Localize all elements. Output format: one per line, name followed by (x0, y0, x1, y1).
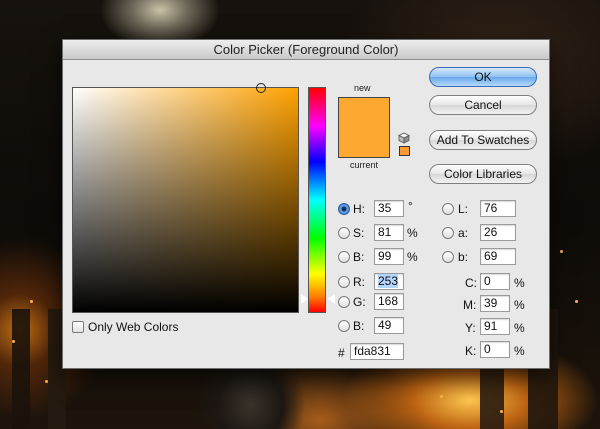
red-radio[interactable] (338, 276, 350, 288)
green-field[interactable]: 168 (374, 293, 404, 310)
lab-l-radio[interactable] (442, 203, 454, 215)
yellow-label: Y: (465, 321, 476, 335)
brightness-field[interactable]: 99 (374, 248, 404, 265)
red-label: R: (353, 275, 365, 289)
saturation-unit: % (407, 226, 418, 240)
only-web-colors-checkbox[interactable] (72, 321, 84, 333)
hue-unit: ° (408, 199, 413, 213)
only-web-colors-label: Only Web Colors (88, 320, 179, 334)
saturation-label: S: (353, 226, 365, 240)
cyan-label: C: (465, 276, 477, 290)
blue-radio[interactable] (338, 320, 350, 332)
red-field-value: 253 (378, 274, 399, 288)
spark (575, 300, 578, 303)
color-libraries-button[interactable]: Color Libraries (429, 164, 537, 184)
lab-b-field[interactable]: 69 (480, 248, 516, 265)
hex-label: # (338, 346, 345, 360)
cancel-button[interactable]: Cancel (429, 95, 537, 115)
spark (500, 410, 503, 413)
yellow-field[interactable]: 91 (480, 318, 510, 335)
yellow-unit: % (514, 321, 525, 335)
figure-silhouette (195, 360, 315, 429)
spark (45, 380, 48, 383)
hue-radio[interactable] (338, 203, 350, 215)
web-safe-cube-icon[interactable] (398, 132, 410, 144)
magenta-label: M: (463, 298, 477, 312)
color-field[interactable] (72, 83, 299, 313)
lab-a-field[interactable]: 26 (480, 224, 516, 241)
current-color-label: current (350, 160, 379, 170)
hue-label: H: (353, 202, 365, 216)
black-field[interactable]: 0 (480, 341, 510, 358)
color-picker-dialog: Color Picker (Foreground Color) new curr… (62, 39, 550, 369)
current-color-swatch[interactable] (338, 129, 390, 158)
lab-a-radio[interactable] (442, 227, 454, 239)
green-radio[interactable] (338, 296, 350, 308)
color-field-cursor[interactable] (256, 83, 266, 93)
blue-label: B: (353, 319, 365, 333)
spark (12, 340, 15, 343)
saturation-radio[interactable] (338, 227, 350, 239)
hue-slider[interactable] (301, 87, 335, 313)
black-label: K: (465, 344, 477, 358)
new-color-swatch (338, 97, 390, 129)
hex-field[interactable]: fda831 (350, 343, 404, 360)
lab-b-radio[interactable] (442, 251, 454, 263)
brightness-label: B: (353, 250, 365, 264)
lab-l-label: L: (458, 202, 469, 216)
add-to-swatches-button[interactable]: Add To Swatches (429, 130, 537, 150)
lab-l-field[interactable]: 76 (480, 200, 516, 217)
hue-slider-left-arrow-icon[interactable] (301, 294, 308, 304)
brightness-unit: % (407, 250, 418, 264)
magenta-unit: % (514, 298, 525, 312)
new-color-label: new (354, 83, 371, 93)
saturation-field[interactable]: 81 (374, 224, 404, 241)
ok-button[interactable]: OK (429, 67, 537, 87)
spark (30, 300, 33, 303)
lab-b-label: b: (458, 250, 469, 264)
cyan-field[interactable]: 0 (480, 273, 510, 290)
magenta-field[interactable]: 39 (480, 295, 510, 312)
dialog-title: Color Picker (Foreground Color) (63, 40, 549, 60)
web-safe-color-swatch[interactable] (399, 146, 410, 156)
hue-field[interactable]: 35 (374, 200, 404, 217)
spark (560, 250, 563, 253)
blue-field[interactable]: 49 (374, 317, 404, 334)
red-field[interactable]: 253 (374, 273, 404, 290)
green-label: G: (353, 295, 366, 309)
spark (440, 395, 443, 398)
brightness-radio[interactable] (338, 251, 350, 263)
hue-slider-right-arrow-icon[interactable] (328, 294, 335, 304)
black-unit: % (514, 344, 525, 358)
lab-a-label: a: (458, 226, 469, 240)
cyan-unit: % (514, 276, 525, 290)
